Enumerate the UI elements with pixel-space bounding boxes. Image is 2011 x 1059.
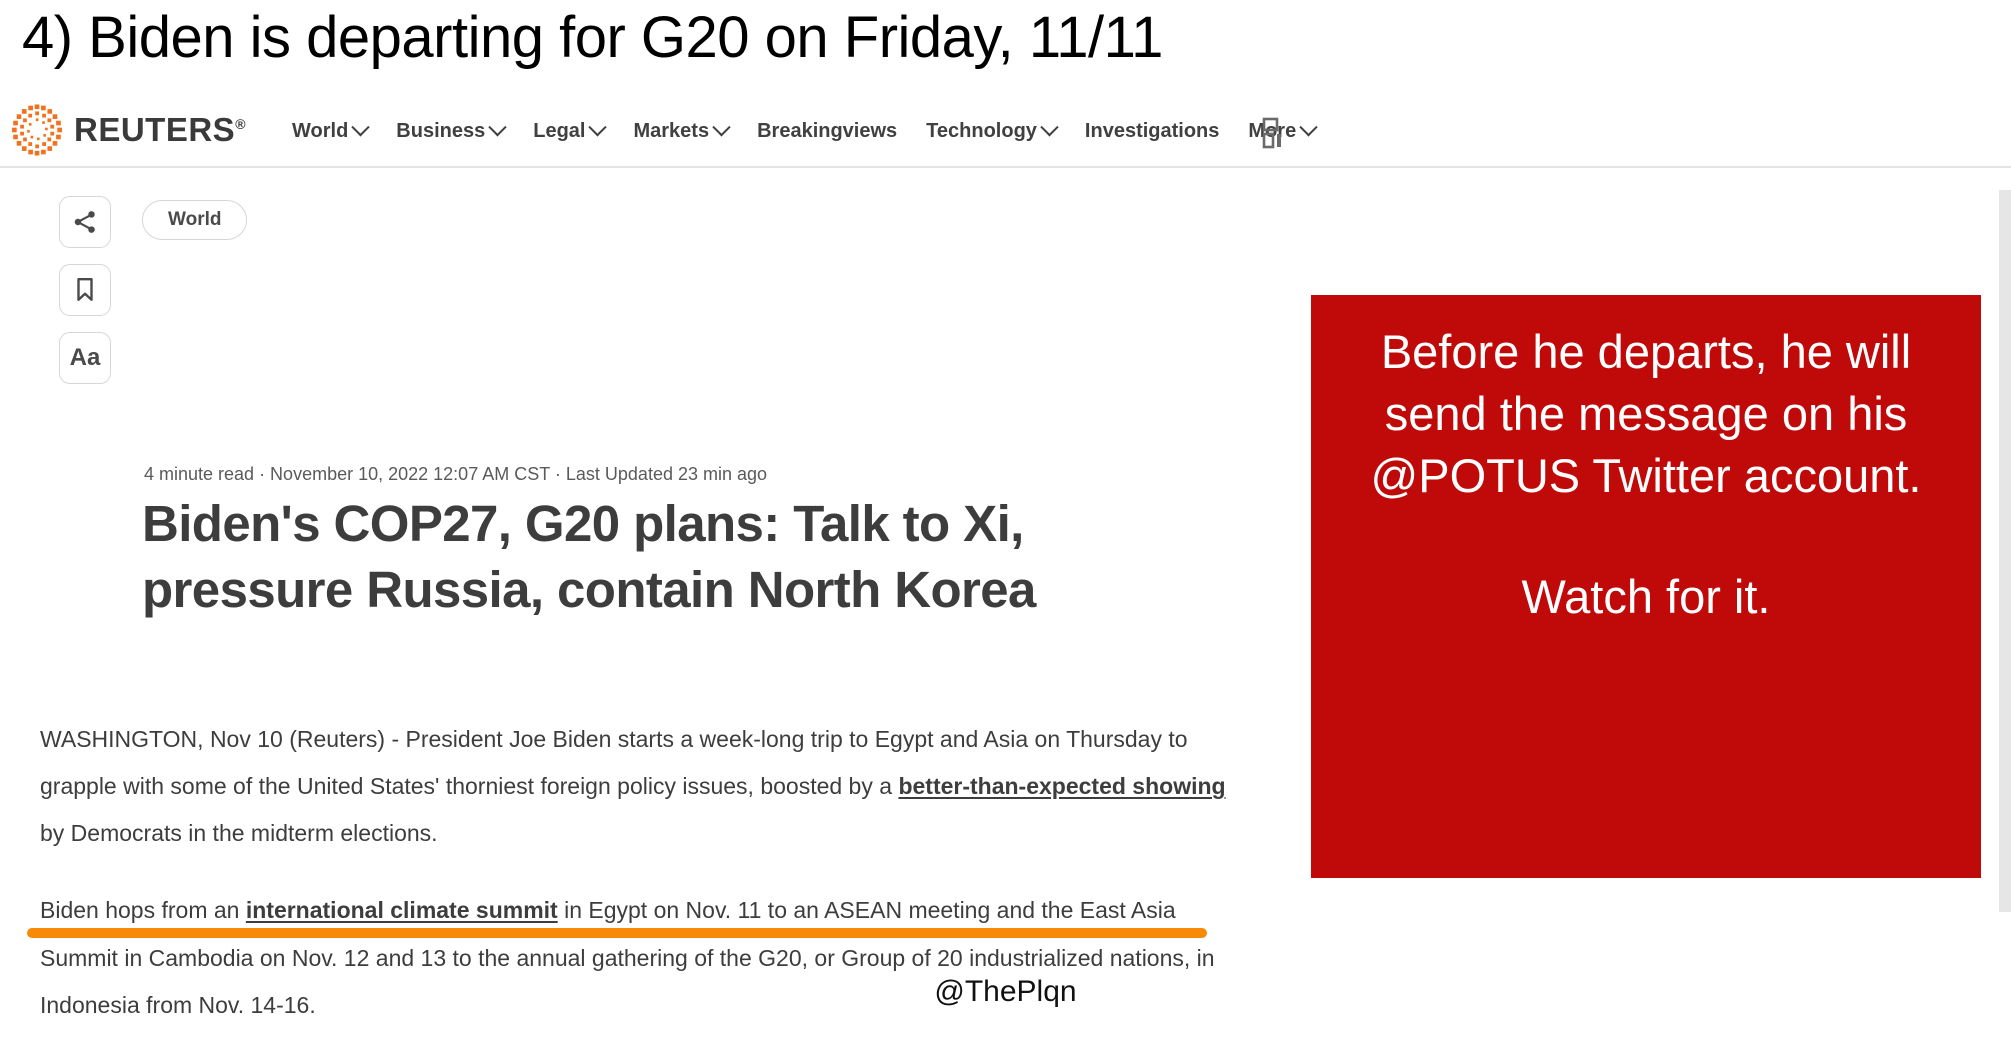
nav-item-investigations[interactable]: Investigations bbox=[1085, 120, 1219, 143]
site-navbar: REUTERS® World Business Legal Markets Br… bbox=[0, 95, 2011, 168]
callout-tail-text: Watch for it. bbox=[1521, 570, 1771, 624]
text-run: by Democrats in the midterm elections. bbox=[40, 820, 438, 847]
text-size-button[interactable]: Aa bbox=[59, 332, 111, 384]
chevron-down-icon bbox=[488, 118, 507, 137]
nav-item-technology[interactable]: Technology bbox=[926, 118, 1059, 143]
text-size-label: Aa bbox=[69, 344, 101, 371]
share-button[interactable] bbox=[59, 196, 111, 248]
nav-label: Technology bbox=[926, 120, 1037, 142]
chevron-down-icon bbox=[1040, 118, 1059, 137]
reuters-logo[interactable]: REUTERS® bbox=[8, 98, 246, 162]
reuters-article-screenshot: REUTERS® World Business Legal Markets Br… bbox=[0, 95, 2011, 1018]
section-badge[interactable]: World bbox=[142, 200, 248, 240]
nav-item-markets[interactable]: Markets bbox=[633, 118, 731, 143]
chevron-down-icon bbox=[1299, 118, 1318, 137]
article-action-rail: Aa bbox=[59, 196, 111, 384]
callout-main-text: Before he departs, he will send the mess… bbox=[1370, 325, 1922, 503]
chevron-down-icon bbox=[351, 118, 370, 137]
chevron-down-icon bbox=[588, 118, 608, 137]
nav-label: Legal bbox=[533, 120, 586, 142]
bookmark-icon bbox=[77, 277, 93, 301]
bookmark-button[interactable] bbox=[59, 264, 111, 316]
nav-item-world[interactable]: World bbox=[292, 118, 370, 143]
orange-highlight-annotation bbox=[27, 928, 1207, 938]
slide-title: 4) Biden is departing for G20 on Friday,… bbox=[22, 5, 1163, 70]
primary-nav: World Business Legal Markets Breakingvie… bbox=[292, 95, 1318, 168]
slide-watermark: @ThePlqn bbox=[934, 975, 1077, 1008]
nav-item-breakingviews[interactable]: Breakingviews bbox=[757, 120, 897, 143]
nav-label: Breakingviews bbox=[757, 120, 898, 142]
menu-grid-icon[interactable] bbox=[1262, 117, 1284, 149]
text-run: Biden hops from an bbox=[40, 897, 246, 924]
nav-label: Investigations bbox=[1084, 120, 1220, 142]
link-international-climate-summit[interactable]: international climate summit bbox=[246, 897, 558, 923]
reuters-dot-spiral-logo-icon bbox=[12, 104, 62, 156]
paragraph-1: WASHINGTON, Nov 10 (Reuters) - President… bbox=[40, 716, 1240, 857]
nav-label: Business bbox=[396, 120, 486, 142]
red-callout-box: Before he departs, he will send the mess… bbox=[1311, 295, 1981, 878]
registered-mark: ® bbox=[235, 116, 247, 132]
link-better-than-expected-showing[interactable]: better-than-expected showing bbox=[898, 773, 1225, 799]
chevron-down-icon bbox=[712, 118, 731, 137]
article-headline: Biden's COP27, G20 plans: Talk to Xi, pr… bbox=[142, 495, 1036, 619]
nav-item-business[interactable]: Business bbox=[396, 118, 507, 143]
share-icon bbox=[74, 211, 95, 233]
nav-item-legal[interactable]: Legal bbox=[533, 118, 608, 143]
nav-label: World bbox=[292, 120, 349, 142]
reuters-wordmark: REUTERS® bbox=[74, 111, 247, 148]
scrollbar-track[interactable] bbox=[1999, 190, 2011, 912]
nav-label: Markets bbox=[633, 120, 710, 142]
article-meta: 4 minute read · November 10, 2022 12:07 … bbox=[144, 464, 768, 484]
